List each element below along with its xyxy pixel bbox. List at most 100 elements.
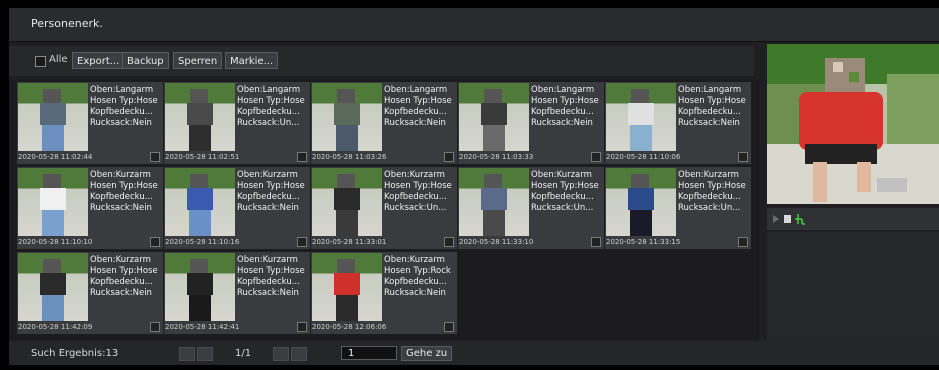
toolbar: Alle Export... Backup Sperren Markie...: [9, 46, 754, 76]
clip-icon[interactable]: [795, 214, 805, 225]
timestamp: 2020-05-28 11:33:01: [312, 238, 387, 246]
thumbnail-shirt: [334, 188, 360, 210]
person-thumbnail[interactable]: [459, 168, 529, 236]
lock-button[interactable]: Sperren: [173, 52, 223, 69]
attr-pants: Hosen Typ:Hose: [678, 96, 746, 106]
play-icon[interactable]: [773, 215, 779, 223]
result-card[interactable]: Oben:Langarm Hosen Typ:Hose Kopfbedecku...…: [17, 82, 163, 164]
result-card[interactable]: Oben:Kurzarm Hosen Typ:Hose Kopfbedecku...…: [17, 167, 163, 249]
person-thumbnail[interactable]: [606, 83, 676, 151]
attr-pants: Hosen Typ:Hose: [90, 266, 158, 276]
page-indicator: 1/1: [235, 348, 252, 359]
thumbnail-pants: [630, 210, 652, 236]
result-card[interactable]: Oben:Kurzarm Hosen Typ:Hose Kopfbedecku...…: [164, 252, 310, 334]
thumbnail-pants: [336, 210, 358, 236]
attr-headwear: Kopfbedecku...: [237, 277, 300, 287]
result-card[interactable]: Oben:Langarm Hosen Typ:Hose Kopfbedecku...…: [458, 82, 604, 164]
person-thumbnail[interactable]: [165, 83, 235, 151]
person-thumbnail[interactable]: [312, 168, 382, 236]
card-checkbox[interactable]: [297, 322, 307, 332]
attr-headwear: Kopfbedecku...: [531, 107, 594, 117]
player-area: [767, 232, 939, 342]
attribute-list: Oben:Langarm Hosen Typ:Hose Kopfbedecku...…: [90, 85, 162, 129]
page-number-input[interactable]: 1: [341, 346, 397, 360]
goto-button[interactable]: Gehe zu: [401, 346, 453, 361]
thumbnail-shirt: [628, 188, 654, 210]
thumbnail-pants: [42, 295, 64, 321]
preview-shorts: [805, 144, 877, 164]
next-page-button[interactable]: [273, 347, 289, 361]
person-thumbnail[interactable]: [459, 83, 529, 151]
person-thumbnail[interactable]: [18, 168, 88, 236]
result-card[interactable]: Oben:Kurzarm Hosen Typ:Hose Kopfbedecku...…: [458, 167, 604, 249]
result-card[interactable]: Oben:Langarm Hosen Typ:Hose Kopfbedecku...…: [311, 82, 457, 164]
person-recognition-window: Personenerk. Alle Export... Backup Sperr…: [9, 8, 939, 365]
card-checkbox[interactable]: [150, 237, 160, 247]
thumbnail-shirt: [628, 103, 654, 125]
attribute-list: Oben:Kurzarm Hosen Typ:Hose Kopfbedecku...…: [90, 255, 162, 299]
person-thumbnail[interactable]: [606, 168, 676, 236]
person-thumbnail[interactable]: [165, 168, 235, 236]
attr-pants: Hosen Typ:Hose: [531, 96, 599, 106]
person-thumbnail[interactable]: [18, 253, 88, 321]
result-card[interactable]: Oben:Kurzarm Hosen Typ:Hose Kopfbedecku...…: [17, 252, 163, 334]
result-card[interactable]: Oben:Langarm Hosen Typ:Hose Kopfbedecku...…: [605, 82, 751, 164]
mark-button[interactable]: Markie...: [225, 52, 279, 69]
attribute-list: Oben:Kurzarm Hosen Typ:Hose Kopfbedecku...…: [237, 170, 309, 214]
card-checkbox[interactable]: [150, 152, 160, 162]
result-card[interactable]: Oben:Langarm Hosen Typ:Hose Kopfbedecku...…: [164, 82, 310, 164]
card-checkbox[interactable]: [591, 237, 601, 247]
export-button[interactable]: Export...: [72, 52, 125, 69]
card-checkbox[interactable]: [591, 152, 601, 162]
card-checkbox[interactable]: [444, 322, 454, 332]
timestamp: 2020-05-28 11:42:09: [18, 323, 93, 331]
backup-button[interactable]: Backup: [122, 52, 169, 69]
timestamp: 2020-05-28 11:03:26: [312, 153, 387, 161]
person-thumbnail[interactable]: [312, 253, 382, 321]
thumbnail-pants: [336, 125, 358, 151]
person-thumbnail[interactable]: [312, 83, 382, 151]
person-thumbnail[interactable]: [165, 253, 235, 321]
card-checkbox[interactable]: [150, 322, 160, 332]
stop-icon[interactable]: [784, 215, 791, 223]
timestamp: 2020-05-28 11:02:44: [18, 153, 93, 161]
card-checkbox[interactable]: [738, 152, 748, 162]
prev-page-button[interactable]: [197, 347, 213, 361]
person-thumbnail[interactable]: [18, 83, 88, 151]
card-checkbox[interactable]: [297, 237, 307, 247]
attr-backpack: Rucksack:Nein: [384, 118, 446, 128]
select-all-checkbox[interactable]: [35, 56, 46, 67]
attr-upper: Oben:Kurzarm: [237, 255, 298, 265]
attr-backpack: Rucksack:Nein: [237, 203, 299, 213]
timestamp: 2020-05-28 11:33:10: [459, 238, 534, 246]
footer-bar: Such Ergebnis:13 1/1 1 Gehe zu: [9, 341, 939, 365]
attr-upper: Oben:Kurzarm: [237, 170, 298, 180]
card-checkbox[interactable]: [444, 152, 454, 162]
search-result-count: Such Ergebnis:13: [31, 348, 119, 359]
preview-image[interactable]: [767, 44, 939, 204]
thumbnail-pants: [483, 210, 505, 236]
last-page-button[interactable]: [291, 347, 307, 361]
result-card[interactable]: Oben:Kurzarm Hosen Typ:Rock Kopfbedecku...…: [311, 252, 457, 334]
thumbnail-shirt: [187, 188, 213, 210]
window-title: Personenerk.: [31, 17, 103, 30]
attr-headwear: Kopfbedecku...: [384, 107, 447, 117]
thumbnail-shirt: [40, 188, 66, 210]
result-card[interactable]: Oben:Kurzarm Hosen Typ:Hose Kopfbedecku...…: [311, 167, 457, 249]
first-page-button[interactable]: [179, 347, 195, 361]
attr-headwear: Kopfbedecku...: [384, 192, 447, 202]
thumbnail-pants: [189, 210, 211, 236]
attr-upper: Oben:Langarm: [90, 85, 154, 95]
attribute-list: Oben:Langarm Hosen Typ:Hose Kopfbedecku...…: [384, 85, 456, 129]
card-checkbox[interactable]: [738, 237, 748, 247]
attr-headwear: Kopfbedecku...: [237, 107, 300, 117]
thumbnail-shirt: [187, 273, 213, 295]
result-card[interactable]: Oben:Kurzarm Hosen Typ:Hose Kopfbedecku...…: [164, 167, 310, 249]
attr-backpack: Rucksack:Nein: [531, 118, 593, 128]
thumbnail-pants: [189, 125, 211, 151]
result-card[interactable]: Oben:Kurzarm Hosen Typ:Hose Kopfbedecku...…: [605, 167, 751, 249]
attribute-list: Oben:Kurzarm Hosen Typ:Hose Kopfbedecku...…: [384, 170, 456, 214]
card-checkbox[interactable]: [444, 237, 454, 247]
timestamp: 2020-05-28 11:02:51: [165, 153, 240, 161]
card-checkbox[interactable]: [297, 152, 307, 162]
